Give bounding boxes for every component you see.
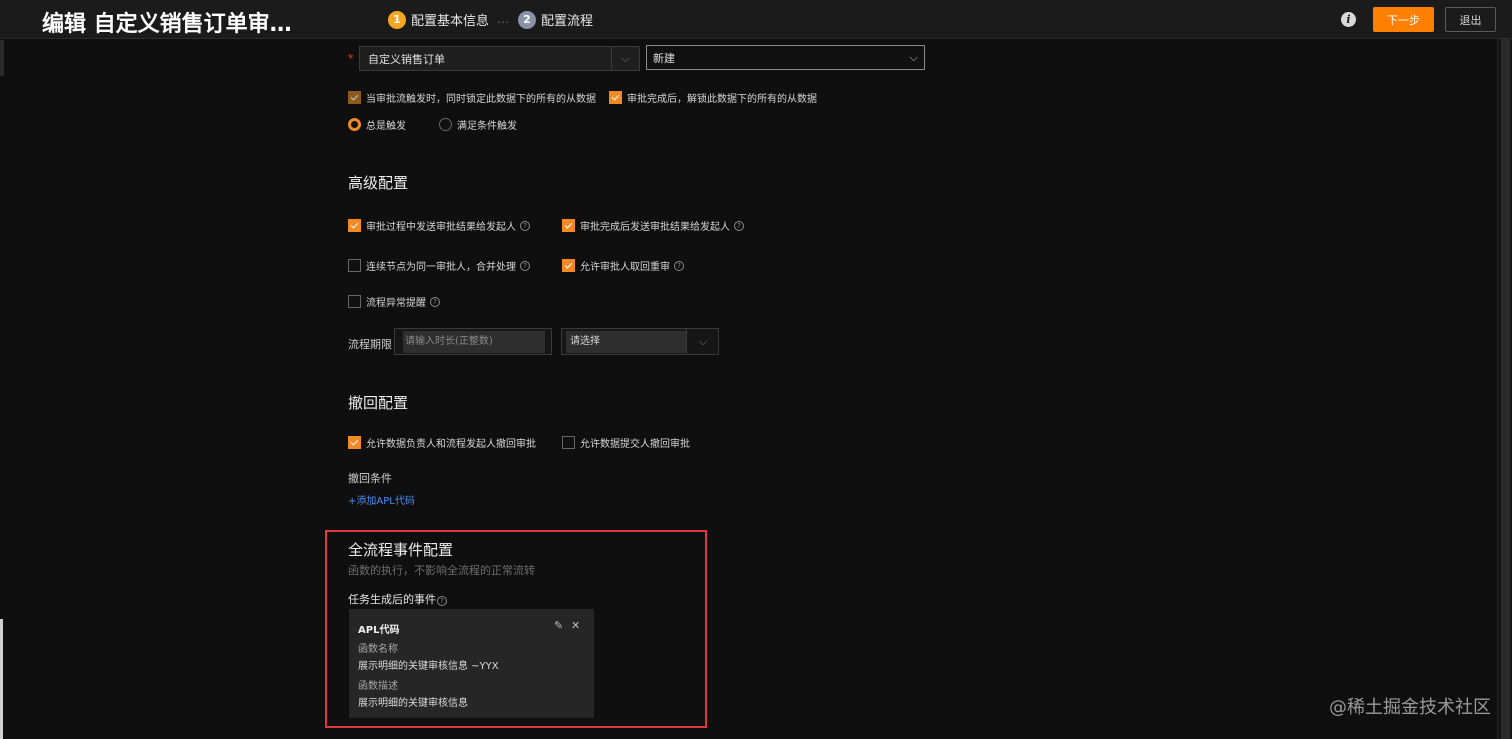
radio-always-trigger[interactable]: 总是触发 (348, 117, 406, 132)
help-icon[interactable]: ? (437, 596, 447, 606)
next-step-button[interactable]: 下一步 (1373, 7, 1434, 32)
add-apl-code-link[interactable]: +添加APL代码 (348, 492, 415, 507)
event-type-value: 新建 (653, 51, 675, 65)
checkbox-box (562, 259, 575, 272)
send-result-during-checkbox[interactable]: 审批过程中发送审批结果给发起人 ? (348, 218, 530, 233)
send-result-after-checkbox[interactable]: 审批完成后发送审批结果给发起人 ? (562, 218, 744, 233)
checkbox-label: 当审批流触发时，同时锁定此数据下的所有的从数据 (366, 94, 596, 105)
chevron-down-icon: ⌵ (611, 47, 639, 70)
allow-owner-recall-checkbox[interactable]: 允许数据负责人和流程发起人撤回审批 (348, 435, 536, 450)
recall-condition-label: 撤回条件 (348, 472, 392, 485)
checkbox-label: 审批完成后，解锁此数据下的所有的从数据 (627, 94, 817, 105)
merge-same-approver-checkbox[interactable]: 连续节点为同一审批人，合并处理 ? (348, 258, 530, 273)
allow-retrieve-checkbox[interactable]: 允许审批人取回重审 ? (562, 258, 684, 273)
allow-submitter-recall-checkbox[interactable]: 允许数据提交人撤回审批 (562, 435, 690, 450)
chevron-down-icon: ⌵ (909, 50, 918, 64)
card-title: APL代码 (358, 625, 400, 636)
deadline-input[interactable]: 请输入时长(正整数) (394, 328, 552, 355)
checkbox-label: 审批过程中发送审批结果给发起人 (366, 222, 516, 233)
task-event-label-text: 任务生成后的事件 (348, 593, 436, 606)
deadline-input-placeholder: 请输入时长(正整数) (403, 331, 545, 353)
step-label: 配置流程 (541, 14, 594, 29)
radio-label: 总是触发 (366, 121, 406, 132)
checkbox-box (348, 295, 361, 308)
help-icon[interactable]: ? (520, 220, 530, 231)
help-icon[interactable]: ? (734, 220, 744, 231)
flow-exception-alert-checkbox[interactable]: 流程异常提醒 ? (348, 294, 440, 309)
checkbox-box (562, 219, 575, 232)
recall-config-title: 撤回配置 (348, 394, 409, 412)
object-select[interactable]: 自定义销售订单 ⌵ (359, 46, 640, 71)
checkbox-label: 审批完成后发送审批结果给发起人 (580, 222, 730, 233)
unlock-on-complete-checkbox[interactable]: 审批完成后，解锁此数据下的所有的从数据 (609, 90, 817, 105)
scrollbar-thumb[interactable] (1501, 39, 1510, 739)
task-event-label: 任务生成后的事件? (348, 591, 447, 607)
help-icon[interactable]: ? (430, 296, 440, 307)
apl-code-card: APL代码 ✎ ✕ 函数名称 展示明细的关键审核信息 ~YYX 函数描述 展示明… (349, 609, 594, 718)
close-icon[interactable]: ✕ (571, 619, 580, 632)
vertical-scrollbar[interactable] (1497, 39, 1512, 739)
checkbox-box (348, 259, 361, 272)
left-edge-marker (0, 40, 4, 76)
chevron-down-icon: ⌵ (686, 329, 719, 354)
radio-dot (439, 118, 452, 131)
checkbox-box (609, 91, 622, 104)
step-label: 配置基本信息 (411, 14, 490, 29)
step-basic-info[interactable]: 1 配置基本信息 (388, 10, 489, 29)
checkbox-label: 连续节点为同一审批人，合并处理 (366, 262, 516, 273)
checkbox-label: 流程异常提醒 (366, 298, 426, 309)
function-desc-key: 函数描述 (358, 681, 398, 692)
checkbox-label: 允许数据负责人和流程发起人撤回审批 (366, 439, 536, 450)
object-select-value: 自定义销售订单 (368, 52, 445, 66)
lock-on-trigger-checkbox[interactable]: 当审批流触发时，同时锁定此数据下的所有的从数据 (348, 90, 596, 105)
event-config-subtitle: 函数的执行，不影响全流程的正常流转 (348, 564, 535, 577)
info-icon[interactable]: i (1341, 12, 1356, 27)
exit-button[interactable]: 退出 (1445, 7, 1496, 32)
checkbox-box (562, 436, 575, 449)
help-icon[interactable]: ? (674, 260, 684, 271)
checkbox-box (348, 91, 361, 104)
function-desc-value: 展示明细的关键审核信息 (358, 698, 468, 709)
radio-conditional-trigger[interactable]: 满足条件触发 (439, 117, 517, 132)
page-title: 编辑 自定义销售订单审… (42, 12, 292, 37)
checkbox-label: 允许审批人取回重审 (580, 262, 670, 273)
checkbox-box (348, 436, 361, 449)
event-config-title: 全流程事件配置 (348, 541, 454, 559)
watermark: @稀土掘金技术社区 (1329, 697, 1491, 718)
event-type-select[interactable]: 新建 ⌵ (646, 45, 925, 70)
function-name-value: 展示明细的关键审核信息 ~YYX (358, 661, 499, 672)
step-separator: … (497, 12, 509, 26)
edit-icon[interactable]: ✎ (554, 619, 563, 632)
required-marker: * (348, 52, 354, 65)
step-configure-flow[interactable]: 2 配置流程 (518, 10, 593, 29)
deadline-label: 流程期限 (348, 338, 392, 351)
radio-label: 满足条件触发 (457, 121, 517, 132)
left-edge-strip (0, 619, 3, 739)
step-number: 1 (388, 10, 406, 29)
radio-dot (348, 118, 361, 131)
help-icon[interactable]: ? (520, 260, 530, 271)
checkbox-box (348, 219, 361, 232)
deadline-unit-select[interactable]: 请选择 ⌵ (561, 328, 719, 355)
checkbox-label: 允许数据提交人撤回审批 (580, 439, 690, 450)
function-name-key: 函数名称 (358, 644, 398, 655)
top-bar: 编辑 自定义销售订单审… 1 配置基本信息 … 2 配置流程 i 下一步 退出 (0, 0, 1512, 39)
step-number: 2 (518, 10, 536, 29)
advanced-config-title: 高级配置 (348, 174, 409, 192)
deadline-unit-value: 请选择 (566, 331, 686, 353)
